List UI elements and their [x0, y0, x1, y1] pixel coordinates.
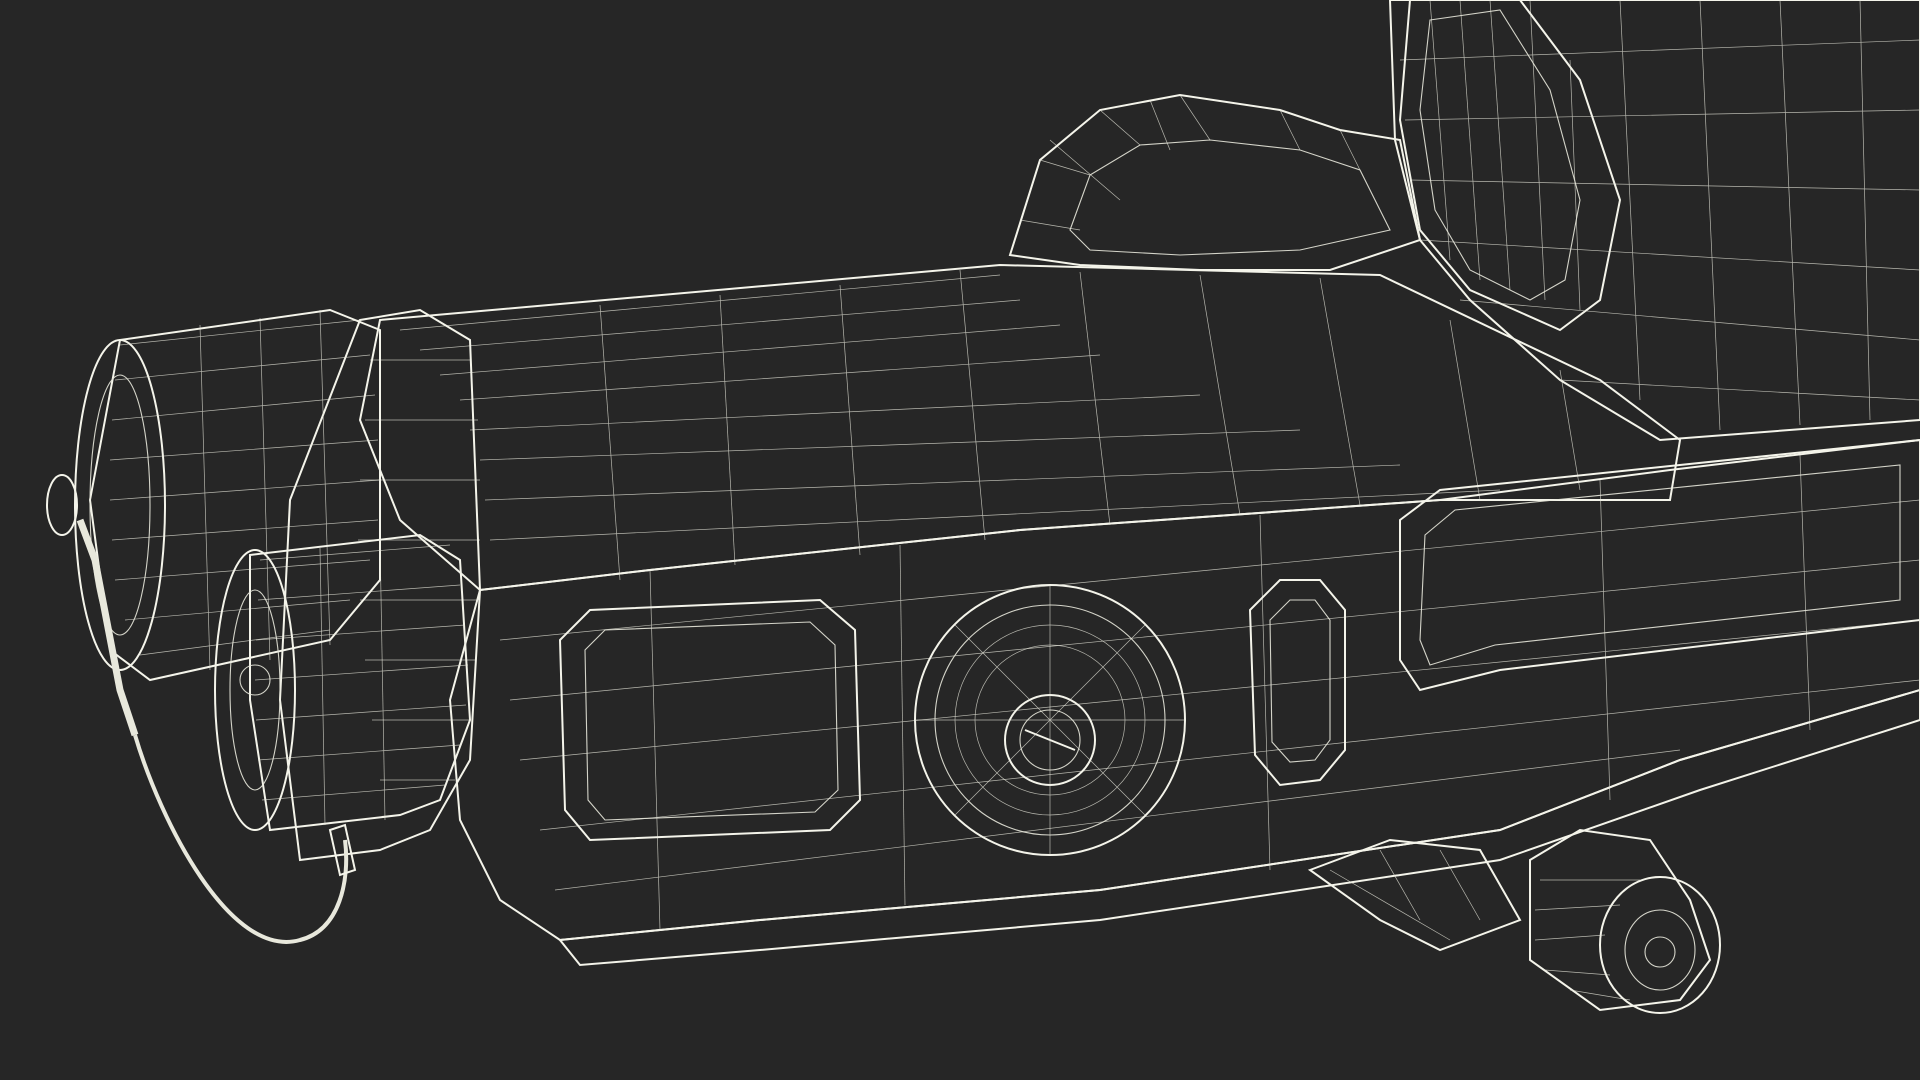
- wireframe-render: [0, 0, 1920, 1080]
- rotary-knob: [914, 584, 1186, 856]
